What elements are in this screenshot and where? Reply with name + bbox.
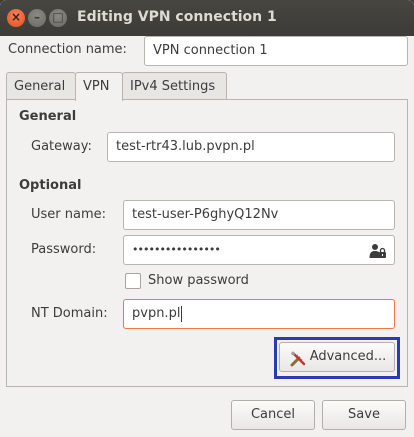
advanced-button-label: Advanced... [309,349,387,364]
tab-general[interactable]: General [6,72,76,100]
nt-domain-input[interactable]: pvpn.pl [123,299,395,329]
tab-ipv4-settings[interactable]: IPv4 Settings [122,72,227,100]
gateway-input[interactable]: test-rtr43.lub.pvpn.pl [107,132,395,162]
dialog-window: × – □ Editing VPN connection 1 Connectio… [0,0,414,437]
maximize-window-button[interactable]: □ [49,9,67,27]
tab-bar: General VPN IPv4 Settings [6,72,408,101]
save-button[interactable]: Save [322,400,406,430]
tab-vpn-label: VPN [83,79,110,94]
connection-name-value: VPN connection 1 [153,43,268,58]
optional-heading: Optional [19,178,82,193]
minimize-window-button[interactable]: – [28,9,46,27]
nt-domain-label: NT Domain: [31,306,108,321]
cancel-button[interactable]: Cancel [231,400,315,430]
nt-domain-value: pvpn.pl [132,306,181,321]
username-label: User name: [31,207,107,222]
user-lock-icon[interactable] [369,242,387,258]
maximize-icon: □ [52,10,64,24]
save-button-label: Save [348,407,380,422]
tab-ipv4-settings-label: IPv4 Settings [130,79,216,94]
tab-vpn[interactable]: VPN [75,72,123,101]
gateway-value: test-rtr43.lub.pvpn.pl [116,139,255,154]
window-title: Editing VPN connection 1 [77,9,277,25]
connection-name-input[interactable]: VPN connection 1 [144,36,408,66]
username-input[interactable]: test-user-P6ghyQ12Nv [123,200,395,230]
close-icon: × [10,10,22,24]
minimize-icon: – [34,10,40,24]
password-label: Password: [31,242,97,257]
show-password-label[interactable]: Show password [148,273,249,288]
gateway-label: Gateway: [31,139,92,154]
text-cursor [181,305,183,322]
title-bar: × – □ Editing VPN connection 1 [0,0,414,36]
close-window-button[interactable]: × [7,9,25,27]
tab-general-label: General [14,79,66,94]
password-value: •••••••••••••••• [132,243,221,256]
show-password-checkbox[interactable] [125,273,141,289]
tools-icon [290,350,306,367]
connection-name-label: Connection name: [8,42,127,57]
general-heading: General [19,109,77,124]
cancel-button-label: Cancel [250,407,296,422]
username-value: test-user-P6ghyQ12Nv [132,207,279,222]
password-input[interactable]: •••••••••••••••• [123,235,395,265]
advanced-button[interactable]: Advanced... [279,342,395,372]
